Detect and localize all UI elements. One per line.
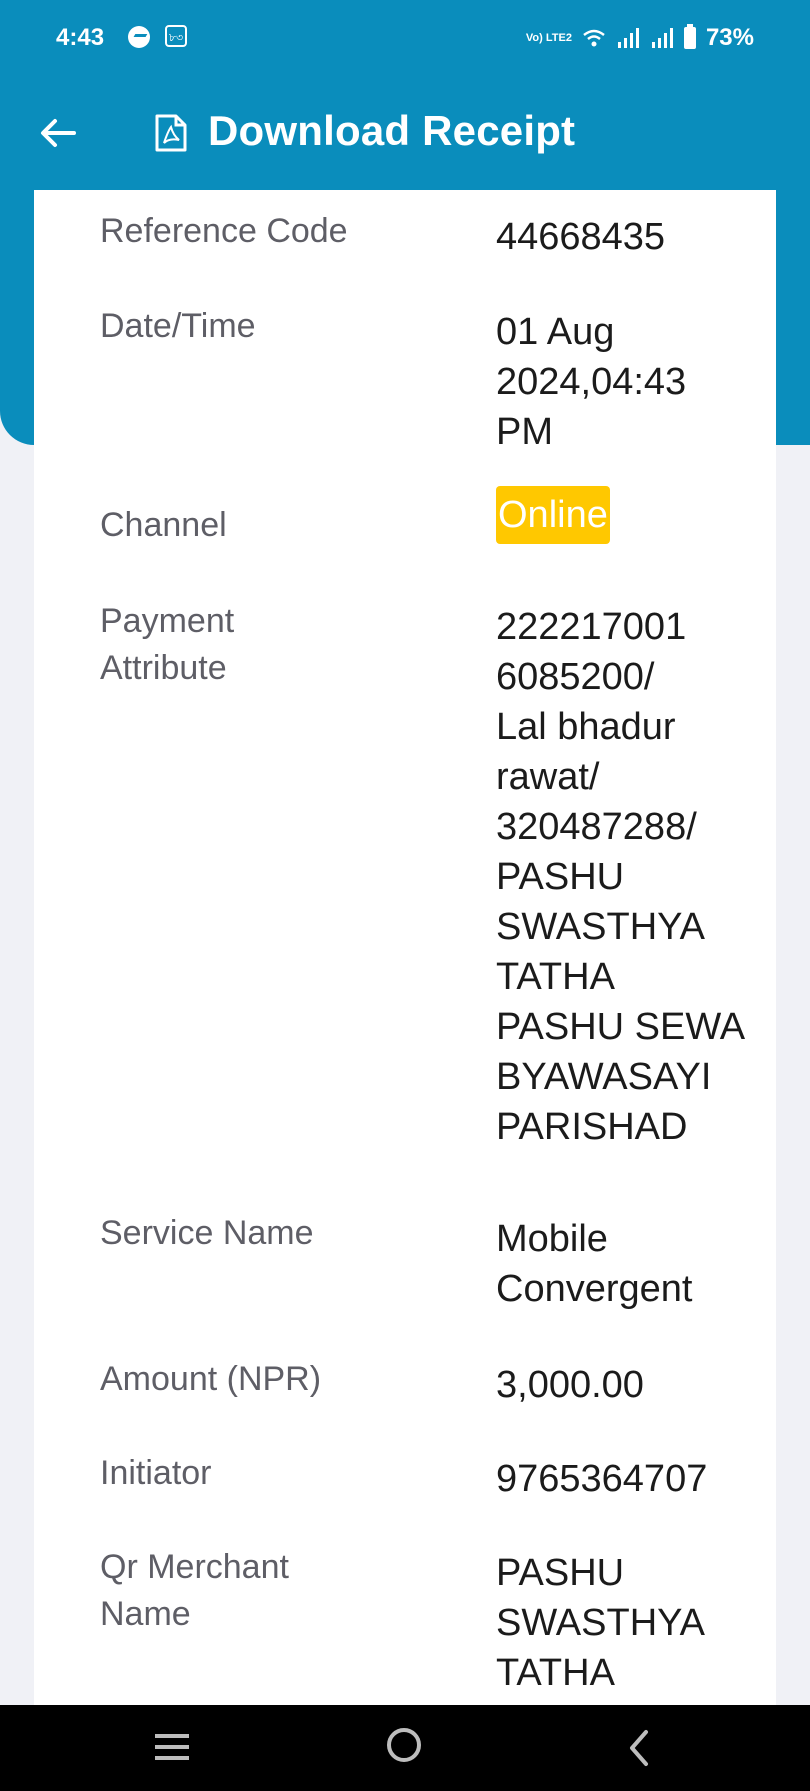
reference-code-value: 44668435 [496, 216, 666, 258]
payment-attribute-label-line-1: Payment [100, 602, 235, 640]
app-bar: Download Receipt [0, 95, 810, 175]
payment-attribute-line: 320487288/ [496, 806, 697, 848]
payment-attribute-line: PARISHAD [496, 1106, 688, 1148]
nav-menu-icon[interactable] [155, 1734, 189, 1762]
date-time-value: 01 Aug 2024,04:43 PM [496, 307, 756, 457]
page-title: Download Receipt [208, 107, 576, 154]
system-nav-bar [0, 1705, 810, 1791]
nav-home-icon[interactable] [387, 1728, 421, 1762]
payment-attribute-value: 222217001 6085200/ Lal bhadur rawat/ 320… [496, 602, 786, 1152]
service-name-line-2: Convergent [496, 1268, 693, 1310]
volte-indicator: Vo) LTE2 [525, 31, 572, 44]
reference-code-label: Reference Code [100, 212, 348, 250]
wifi-icon [583, 29, 605, 47]
date-time-line-3: PM [496, 411, 553, 453]
qr-merchant-label-line-1: Qr Merchant [100, 1548, 289, 1586]
date-time-label: Date/Time [100, 307, 256, 345]
payment-attribute-line: SWASTHYA [496, 906, 706, 948]
qr-merchant-line: SWASTHYA [496, 1602, 706, 1644]
channel-label: Channel [100, 506, 227, 544]
pdf-icon [155, 114, 187, 152]
status-right: Vo) LTE2 73% [526, 24, 754, 52]
initiator-value: 9765364707 [496, 1458, 708, 1500]
amount-label: Amount (NPR) [100, 1360, 322, 1398]
date-time-line-1: 01 Aug [496, 311, 615, 353]
qr-merchant-label-line-2: Name [100, 1595, 191, 1633]
status-time: 4:43 [56, 24, 105, 51]
messenger-icon [128, 26, 150, 48]
service-name-value: Mobile Convergent [496, 1214, 756, 1314]
receipt-card: Reference Code 44668435 Date/Time 01 Aug… [34, 190, 776, 1710]
date-time-line-2: 2024,04:43 [496, 361, 687, 403]
status-bar: 4:43 ৮৩ Vo) LTE2 73% [0, 0, 810, 76]
service-name-line-1: Mobile [496, 1218, 608, 1260]
payment-attribute-line: TATHA [496, 956, 615, 998]
qr-merchant-label: Qr Merchant Name [100, 1544, 390, 1638]
payment-attribute-line: Lal bhadur [496, 706, 676, 748]
payment-attribute-label: Payment Attribute [100, 598, 390, 692]
battery-icon [683, 24, 696, 49]
qr-merchant-line: PASHU [496, 1552, 625, 1594]
signal-icon-2 [651, 28, 673, 48]
signal-icon [617, 28, 639, 48]
notification-box-icon: ৮৩ [165, 25, 187, 47]
qr-merchant-line: TATHA [496, 1652, 615, 1694]
amount-value: 3,000.00 [496, 1364, 644, 1406]
payment-attribute-label-line-2: Attribute [100, 649, 227, 687]
qr-merchant-value: PASHU SWASTHYA TATHA [496, 1548, 786, 1698]
channel-value: Online [496, 486, 756, 544]
initiator-label: Initiator [100, 1454, 212, 1492]
nav-back-icon[interactable] [624, 1728, 654, 1768]
payment-attribute-line: 6085200/ [496, 656, 655, 698]
back-button[interactable] [30, 105, 86, 161]
payment-attribute-line: rawat/ [496, 756, 600, 798]
payment-attribute-line: BYAWASAYI [496, 1056, 712, 1098]
payment-attribute-line: 222217001 [496, 606, 687, 648]
payment-attribute-line: PASHU [496, 856, 625, 898]
battery-percent: 73% [705, 24, 754, 51]
payment-attribute-line: PASHU SEWA [496, 1006, 746, 1048]
service-name-label: Service Name [100, 1214, 314, 1252]
channel-badge: Online [496, 486, 610, 544]
back-arrow-icon [41, 119, 76, 147]
